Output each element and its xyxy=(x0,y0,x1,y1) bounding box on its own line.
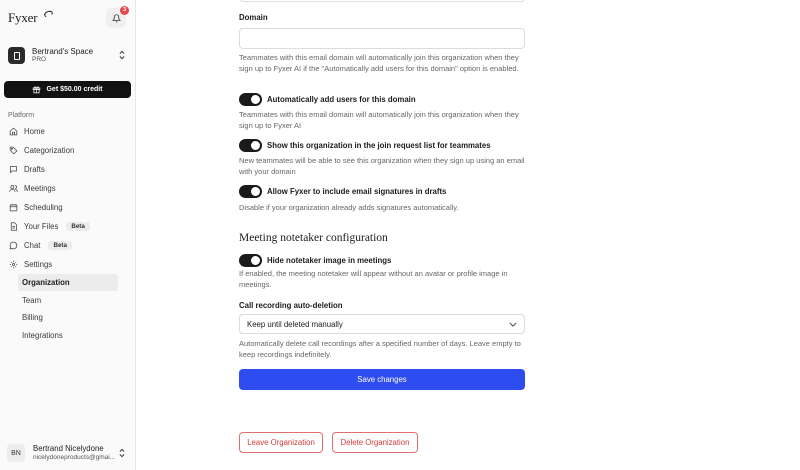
sidebar-item-settings[interactable]: Settings xyxy=(4,255,131,274)
domain-label: Domain xyxy=(239,13,268,22)
show-in-join-list-label: Show this organization in the join reque… xyxy=(267,141,491,150)
beta-badge: Beta xyxy=(48,241,72,250)
notifications-count-badge: 3 xyxy=(120,6,129,15)
call-recording-help: Automatically delete call recordings aft… xyxy=(239,339,521,359)
include-signatures-help: Disable if your organization already add… xyxy=(239,203,459,212)
sidebar-subitem-billing[interactable]: Billing xyxy=(18,309,118,326)
show-in-join-list-toggle[interactable] xyxy=(239,139,262,152)
delete-organization-button[interactable]: Delete Organization xyxy=(332,432,418,453)
hide-notetaker-image-toggle[interactable] xyxy=(239,254,262,267)
domain-input[interactable] xyxy=(239,28,525,49)
beta-badge: Beta xyxy=(66,222,90,231)
logo-ai-mark xyxy=(43,9,54,19)
sidebar-item-chat[interactable]: Chat Beta xyxy=(4,236,131,255)
save-changes-button[interactable]: Save changes xyxy=(239,369,525,390)
user-email: nicelydoneproducts@gmai... xyxy=(33,453,116,461)
sidebar-nav: Home Categorization Drafts Meetings Sche… xyxy=(4,122,131,274)
sidebar-item-drafts[interactable]: Drafts xyxy=(4,160,131,179)
auto-add-users-toggle[interactable] xyxy=(239,93,262,106)
hide-notetaker-image-row: Hide notetaker image in meetings xyxy=(239,254,391,267)
app-logo[interactable]: Fyxer xyxy=(8,10,38,26)
sidebar-item-scheduling[interactable]: Scheduling xyxy=(4,198,131,217)
avatar: BN xyxy=(7,444,25,462)
sidebar-subitem-team[interactable]: Team xyxy=(18,292,118,309)
main-content: Domain Teammates with this email domain … xyxy=(137,0,800,470)
user-menu[interactable]: BN Bertrand Nicelydone nicelydoneproduct… xyxy=(4,442,131,464)
show-in-join-list-row: Show this organization in the join reque… xyxy=(239,139,491,152)
sidebar-item-your-files[interactable]: Your Files Beta xyxy=(4,217,131,236)
message-icon xyxy=(8,241,18,251)
auto-add-users-help: Teammates with this email domain will au… xyxy=(239,110,519,130)
show-in-join-list-help: New teammates will be able to see this o… xyxy=(239,156,525,176)
calendar-icon xyxy=(8,203,18,213)
tag-icon xyxy=(8,146,18,156)
get-credit-button[interactable]: Get $50.00 credit xyxy=(4,81,131,98)
leave-organization-button[interactable]: Leave Organization xyxy=(239,432,323,453)
previous-field-edge xyxy=(239,0,525,2)
auto-add-users-label: Automatically add users for this domain xyxy=(267,95,416,104)
file-icon xyxy=(8,222,18,232)
include-signatures-row: Allow Fyxer to include email signatures … xyxy=(239,185,446,198)
workspace-switcher[interactable]: Bertrand's Space PRO xyxy=(4,42,131,69)
call-recording-select[interactable]: Keep until deleted manually xyxy=(239,314,525,334)
workspace-name: Bertrand's Space xyxy=(32,47,94,57)
workspace-icon xyxy=(8,47,25,64)
sidebar-subitem-integrations[interactable]: Integrations xyxy=(18,327,118,344)
notetaker-section-title: Meeting notetaker configuration xyxy=(239,232,388,244)
workspace-plan: PRO xyxy=(32,56,47,64)
bell-icon xyxy=(111,13,121,22)
sidebar: Fyxer 3 Bertrand's Space PRO Get $50.00 … xyxy=(0,0,136,470)
home-icon xyxy=(8,127,18,137)
include-signatures-label: Allow Fyxer to include email signatures … xyxy=(267,187,447,196)
gear-icon xyxy=(8,260,18,270)
sidebar-item-home[interactable]: Home xyxy=(4,122,131,141)
call-recording-value: Keep until deleted manually xyxy=(247,319,343,329)
sidebar-item-meetings[interactable]: Meetings xyxy=(4,179,131,198)
gift-icon xyxy=(33,86,41,94)
hide-notetaker-image-help: If enabled, the meeting notetaker will a… xyxy=(239,269,508,289)
call-recording-label: Call recording auto-deletion xyxy=(239,301,343,310)
settings-subnav: Organization Team Billing Integrations xyxy=(18,274,118,344)
domain-help-text: Teammates with this email domain will au… xyxy=(239,53,519,73)
people-icon xyxy=(8,184,18,194)
nav-section-label: Platform xyxy=(8,112,35,119)
include-signatures-toggle[interactable] xyxy=(239,185,262,198)
hide-notetaker-image-label: Hide notetaker image in meetings xyxy=(267,256,392,265)
chevron-down-icon xyxy=(509,322,517,327)
chat-bubble-icon xyxy=(8,165,18,175)
auto-add-users-row: Automatically add users for this domain xyxy=(239,93,416,106)
sidebar-subitem-organization[interactable]: Organization xyxy=(18,274,118,291)
user-name: Bertrand Nicelydone xyxy=(33,443,104,453)
chevrons-up-down-icon xyxy=(119,50,125,60)
chevrons-up-down-icon xyxy=(119,448,125,458)
sidebar-item-categorization[interactable]: Categorization xyxy=(4,141,131,160)
